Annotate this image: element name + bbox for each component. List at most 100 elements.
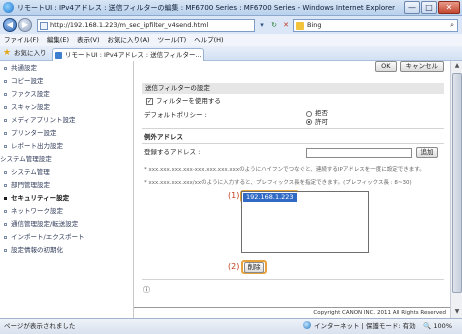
policy-allow-label: 許可 (315, 118, 328, 126)
default-policy-label: デフォルトポリシー : (144, 111, 207, 119)
favorites-bar: ★ お気に入り リモートUI : IPv4アドレス : 送信フィルター... (0, 46, 462, 61)
page-content: 共通設定 コピー設定 ファクス設定 スキャン設定 メディアプリント設定 プリンタ… (0, 61, 462, 318)
sidebar-item-label: レポート出力設定 (11, 142, 63, 150)
browser-tab[interactable]: リモートUI : IPv4アドレス : 送信フィルター... (52, 48, 204, 61)
search-engine-label: Bing (307, 21, 322, 29)
divider (142, 128, 444, 129)
menu-view[interactable]: 表示(V) (77, 34, 100, 46)
cancel-button[interactable]: キャンセル (399, 61, 444, 72)
divider (142, 143, 444, 144)
scroll-up-icon[interactable]: ▲ (452, 61, 462, 71)
callout-2: (2) (228, 262, 240, 271)
zone-text: インターネット | 保護モード: 有効 (314, 322, 416, 330)
status-bar: ページが表示されました インターネット | 保護モード: 有効 🔍 100% (0, 318, 462, 334)
favorites-button[interactable]: ★ お気に入り (3, 48, 47, 59)
menu-help[interactable]: ヘルプ(H) (194, 34, 223, 46)
menu-file[interactable]: ファイル(F) (4, 34, 39, 46)
scroll-thumb[interactable] (452, 73, 462, 293)
use-filter-label: フィルターを使用する (156, 97, 221, 105)
sidebar-item-label: プリンター設定 (11, 129, 57, 137)
tab-page-icon (55, 52, 62, 59)
sidebar-item-label: 共通設定 (11, 64, 37, 72)
sidebar: 共通設定 コピー設定 ファクス設定 スキャン設定 メディアプリント設定 プリンタ… (0, 61, 133, 318)
address-bar[interactable]: http://192.168.1.223/m_sec_ipfilter_v4se… (37, 19, 255, 32)
info-icon: ⓘ (143, 286, 150, 294)
star-icon: ★ (3, 48, 12, 58)
globe-icon (303, 321, 311, 329)
register-address-label: 登録するアドレス : (144, 148, 201, 156)
sidebar-item-network[interactable]: ネットワーク設定 (0, 205, 63, 218)
sidebar-item-comm[interactable]: 通信管理設定/転送設定 (0, 218, 78, 231)
sidebar-item-label: システム管理 (11, 168, 50, 176)
bullet-icon (4, 223, 7, 226)
zoom-level[interactable]: 🔍 100% (423, 319, 452, 334)
registered-address-list[interactable]: 192.168.1.223 (241, 191, 369, 253)
sidebar-item-label: 設定情報の初期化 (11, 246, 63, 254)
scroll-down-icon[interactable]: ▼ (452, 307, 462, 317)
menu-edit[interactable]: 編集(E) (47, 34, 69, 46)
vertical-scrollbar[interactable]: ▲ ▼ (450, 61, 462, 318)
policy-deny-radio[interactable] (306, 111, 312, 117)
favorites-label: お気に入り (14, 49, 47, 57)
search-icon[interactable]: ⌕ (450, 20, 454, 31)
sidebar-item-scan[interactable]: スキャン設定 (0, 101, 50, 114)
address-dropdown-icon[interactable]: ▾ (257, 19, 267, 32)
register-address-input[interactable] (306, 148, 412, 158)
delete-button[interactable]: 削除 (244, 262, 264, 273)
bullet-icon (4, 145, 7, 148)
list-item[interactable]: 192.168.1.223 (243, 193, 297, 202)
ok-button[interactable]: OK (375, 61, 397, 72)
callout-1: (1) (228, 191, 240, 200)
sidebar-item-common[interactable]: 共通設定 (0, 62, 37, 75)
search-box[interactable]: Bing ⌕ (293, 19, 458, 32)
bullet-icon (4, 236, 7, 239)
close-button[interactable]: ✕ (438, 1, 460, 14)
sidebar-item-label: ネットワーク設定 (11, 207, 63, 215)
sidebar-item-system-mgmt[interactable]: システム管理 (0, 166, 50, 179)
stop-icon[interactable]: ✕ (281, 19, 291, 32)
bullet-icon (4, 93, 7, 96)
minimize-button[interactable]: — (404, 1, 420, 14)
sidebar-item-label: ファクス設定 (11, 90, 50, 98)
sidebar-item-copy[interactable]: コピー設定 (0, 75, 44, 88)
status-text: ページが表示されました (4, 322, 76, 330)
security-zone: インターネット | 保護モード: 有効 (303, 319, 416, 334)
window-controls: — □ ✕ (403, 1, 460, 14)
refresh-icon[interactable]: ↻ (269, 19, 279, 32)
bullet-icon (4, 132, 7, 135)
exception-section-title: 例外アドレス (144, 133, 183, 141)
tab-label: リモートUI : IPv4アドレス : 送信フィルター... (65, 51, 202, 59)
sidebar-item-label: メディアプリント設定 (11, 116, 76, 124)
policy-allow-radio[interactable] (306, 119, 312, 125)
note-hyphen: * xxx.xxx.xxx.xxx-xxx.xxx.xxx.xxxのようにハイフ… (144, 167, 425, 173)
sidebar-item-label: セキュリティー設定 (11, 194, 70, 202)
menu-tools[interactable]: ツール(T) (158, 34, 187, 46)
menu-favorites[interactable]: お気に入り(A) (108, 34, 150, 46)
sidebar-item-init[interactable]: 設定情報の初期化 (0, 244, 63, 257)
sidebar-item-printer[interactable]: プリンター設定 (0, 127, 57, 140)
bullet-icon (4, 249, 7, 252)
footer-line (134, 307, 451, 308)
back-button[interactable]: ◀ (3, 18, 17, 32)
use-filter-checkbox[interactable]: ✓ (146, 98, 153, 105)
ie-logo-icon (3, 2, 14, 13)
sidebar-group-system: システム管理設定 (0, 155, 52, 163)
sidebar-item-label: 部門管理設定 (11, 181, 50, 189)
add-button[interactable]: 追加 (416, 147, 438, 158)
sidebar-item-fax[interactable]: ファクス設定 (0, 88, 50, 101)
sidebar-item-dept[interactable]: 部門管理設定 (0, 179, 50, 192)
bullet-icon (4, 67, 7, 70)
top-buttons: OK キャンセル (375, 61, 444, 72)
sidebar-item-label: コピー設定 (11, 77, 44, 85)
bullet-icon (4, 184, 7, 187)
sidebar-item-report[interactable]: レポート出力設定 (0, 140, 63, 153)
bullet-icon (4, 106, 7, 109)
sidebar-item-media-print[interactable]: メディアプリント設定 (0, 114, 76, 127)
sidebar-item-label: 通信管理設定/転送設定 (11, 220, 79, 228)
sidebar-item-security[interactable]: セキュリティー設定 (0, 192, 69, 205)
page-icon (40, 22, 48, 30)
sidebar-item-import-export[interactable]: インポート/エクスポート (0, 231, 85, 244)
bullet-icon (4, 197, 7, 200)
maximize-button[interactable]: □ (421, 1, 437, 14)
forward-button[interactable]: ▶ (18, 18, 32, 32)
